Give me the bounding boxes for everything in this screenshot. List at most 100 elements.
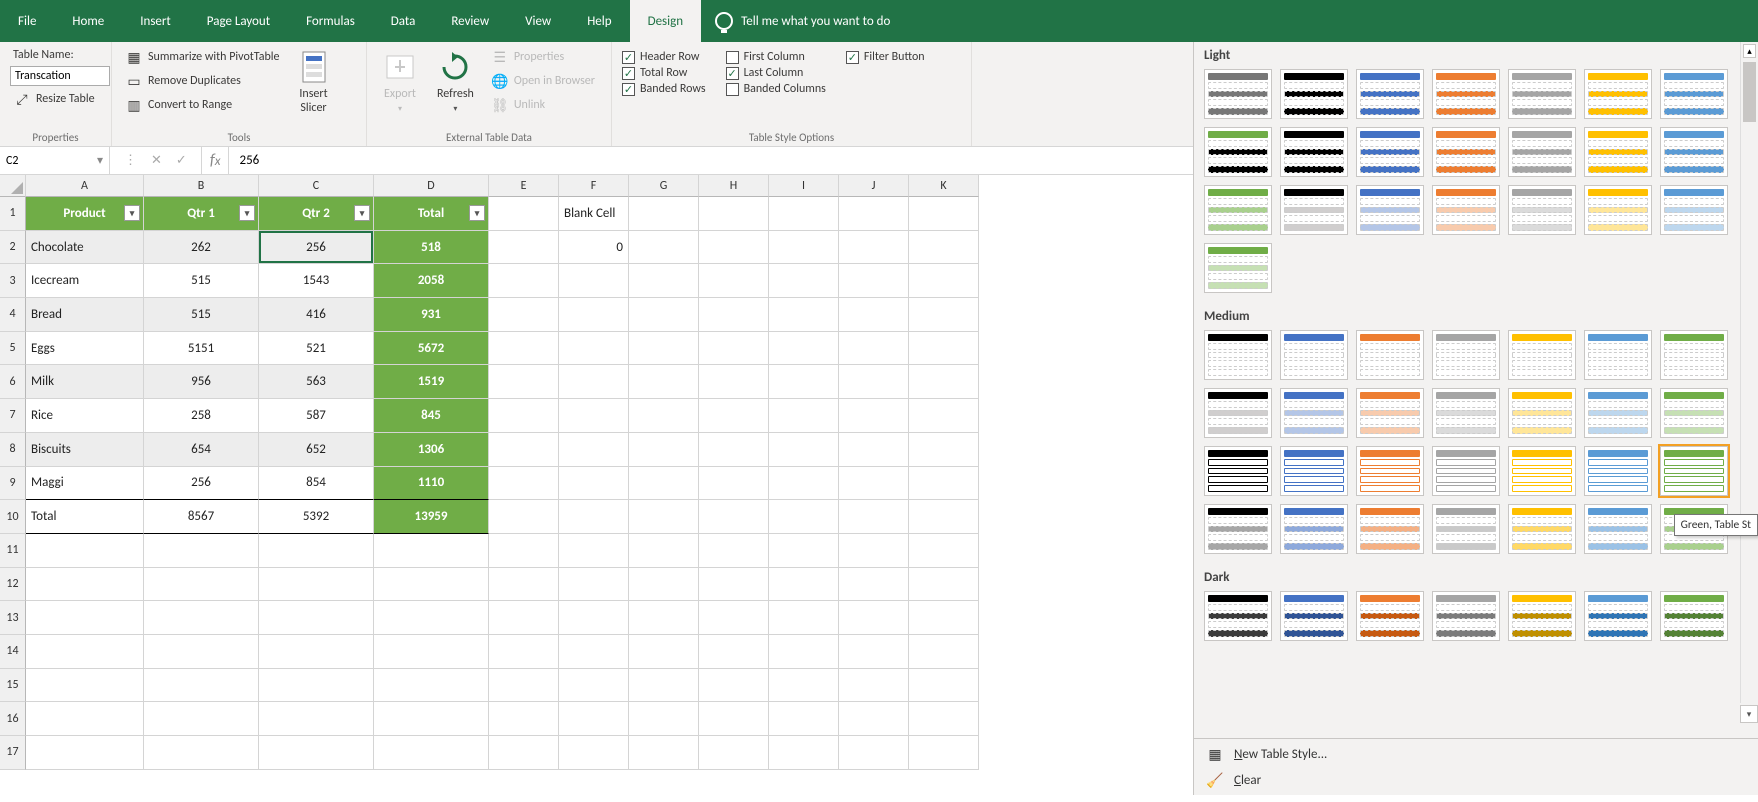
- table-row-q2[interactable]: 652: [259, 433, 374, 467]
- cell[interactable]: [699, 534, 769, 568]
- filter-dropdown-icon[interactable]: ▾: [239, 205, 255, 221]
- tab-file[interactable]: File: [0, 0, 54, 42]
- cell[interactable]: [839, 635, 909, 669]
- table-style-swatch[interactable]: [1660, 127, 1728, 177]
- cell[interactable]: [259, 702, 374, 736]
- cell[interactable]: [629, 433, 699, 467]
- row-header-6[interactable]: 6: [0, 365, 26, 399]
- cell[interactable]: [489, 264, 559, 298]
- cell[interactable]: [144, 534, 259, 568]
- cell[interactable]: [489, 568, 559, 602]
- filter-dropdown-icon[interactable]: ▾: [469, 205, 485, 221]
- table-row-q1[interactable]: 515: [144, 264, 259, 298]
- table-style-swatch[interactable]: [1280, 388, 1348, 438]
- cell[interactable]: [699, 264, 769, 298]
- cells-area[interactable]: Product▾Qtr 1▾Qtr 2▾Total▾Blank CellChoc…: [26, 197, 979, 770]
- table-style-swatch[interactable]: [1204, 388, 1272, 438]
- table-style-swatch[interactable]: [1432, 446, 1500, 496]
- cell[interactable]: [769, 231, 839, 265]
- cell[interactable]: [259, 736, 374, 770]
- name-box[interactable]: C2 ▾: [0, 147, 110, 174]
- cell[interactable]: [909, 467, 979, 501]
- cell[interactable]: [144, 702, 259, 736]
- cell[interactable]: [769, 365, 839, 399]
- col-header-G[interactable]: G: [629, 175, 699, 197]
- cell[interactable]: [699, 332, 769, 366]
- table-style-swatch[interactable]: [1660, 388, 1728, 438]
- gallery-scrollbar[interactable]: ▴: [1740, 42, 1758, 703]
- cell[interactable]: [26, 635, 144, 669]
- table-style-swatch[interactable]: [1204, 504, 1272, 554]
- cell[interactable]: [909, 601, 979, 635]
- table-row-product[interactable]: Rice: [26, 399, 144, 433]
- cell[interactable]: [909, 231, 979, 265]
- table-style-swatch[interactable]: [1508, 330, 1576, 380]
- table-style-swatch[interactable]: [1660, 591, 1728, 641]
- table-total-label[interactable]: Total: [26, 500, 144, 534]
- table-style-swatch[interactable]: [1280, 69, 1348, 119]
- cell[interactable]: [699, 197, 769, 231]
- table-style-swatch[interactable]: [1204, 330, 1272, 380]
- cell[interactable]: [629, 702, 699, 736]
- col-header-B[interactable]: B: [144, 175, 259, 197]
- cell[interactable]: [629, 601, 699, 635]
- cell[interactable]: [559, 669, 629, 703]
- cell[interactable]: [144, 568, 259, 602]
- cell[interactable]: [629, 635, 699, 669]
- row-header-8[interactable]: 8: [0, 433, 26, 467]
- cell[interactable]: [144, 736, 259, 770]
- table-row-total[interactable]: 2058: [374, 264, 489, 298]
- cell[interactable]: [26, 568, 144, 602]
- cell[interactable]: [909, 298, 979, 332]
- cell[interactable]: [489, 601, 559, 635]
- table-style-swatch[interactable]: [1584, 388, 1652, 438]
- cell[interactable]: [489, 702, 559, 736]
- table-style-swatch[interactable]: [1584, 591, 1652, 641]
- cancel-icon[interactable]: ✕: [151, 153, 162, 168]
- cell[interactable]: [489, 534, 559, 568]
- summarize-pivottable-button[interactable]: ▦Summarize with PivotTable: [122, 46, 283, 68]
- table-style-swatch[interactable]: [1204, 446, 1272, 496]
- cell[interactable]: [699, 568, 769, 602]
- table-style-swatch[interactable]: [1584, 69, 1652, 119]
- cell[interactable]: [259, 534, 374, 568]
- cell[interactable]: [26, 669, 144, 703]
- tab-view[interactable]: View: [507, 0, 569, 42]
- check-first-col[interactable]: First Column: [726, 50, 826, 64]
- table-style-swatch[interactable]: [1660, 69, 1728, 119]
- cell[interactable]: [26, 736, 144, 770]
- cell[interactable]: [769, 635, 839, 669]
- resize-table-button[interactable]: ⤢ Resize Table: [10, 88, 101, 110]
- check-last-col[interactable]: ✓Last Column: [726, 66, 826, 80]
- cell[interactable]: [839, 332, 909, 366]
- cell-f1[interactable]: Blank Cell: [559, 197, 629, 231]
- check-banded-cols[interactable]: Banded Columns: [726, 82, 826, 96]
- cell[interactable]: [559, 534, 629, 568]
- table-row-q1[interactable]: 956: [144, 365, 259, 399]
- cell[interactable]: [374, 568, 489, 602]
- refresh-button[interactable]: Refresh▾: [431, 46, 480, 118]
- table-style-swatch[interactable]: [1584, 446, 1652, 496]
- row-header-13[interactable]: 13: [0, 601, 26, 635]
- gallery-expand-icon[interactable]: ▾: [1740, 705, 1758, 723]
- check-header-row[interactable]: ✓Header Row: [622, 50, 706, 64]
- table-row-q1[interactable]: 515: [144, 298, 259, 332]
- table-style-swatch[interactable]: [1584, 504, 1652, 554]
- table-row-q2[interactable]: 563: [259, 365, 374, 399]
- remove-duplicates-button[interactable]: ▭Remove Duplicates: [122, 70, 283, 92]
- table-style-swatch[interactable]: [1432, 69, 1500, 119]
- cell[interactable]: [839, 399, 909, 433]
- cell[interactable]: [839, 433, 909, 467]
- cell[interactable]: [699, 399, 769, 433]
- table-row-q1[interactable]: 654: [144, 433, 259, 467]
- convert-range-button[interactable]: ▥Convert to Range: [122, 94, 283, 116]
- table-row-total[interactable]: 1519: [374, 365, 489, 399]
- cell[interactable]: [559, 332, 629, 366]
- col-header-I[interactable]: I: [769, 175, 839, 197]
- table-style-swatch[interactable]: [1432, 127, 1500, 177]
- table-row-product[interactable]: Milk: [26, 365, 144, 399]
- cell[interactable]: [559, 736, 629, 770]
- cell[interactable]: [559, 264, 629, 298]
- cell[interactable]: [909, 365, 979, 399]
- table-style-swatch[interactable]: [1508, 69, 1576, 119]
